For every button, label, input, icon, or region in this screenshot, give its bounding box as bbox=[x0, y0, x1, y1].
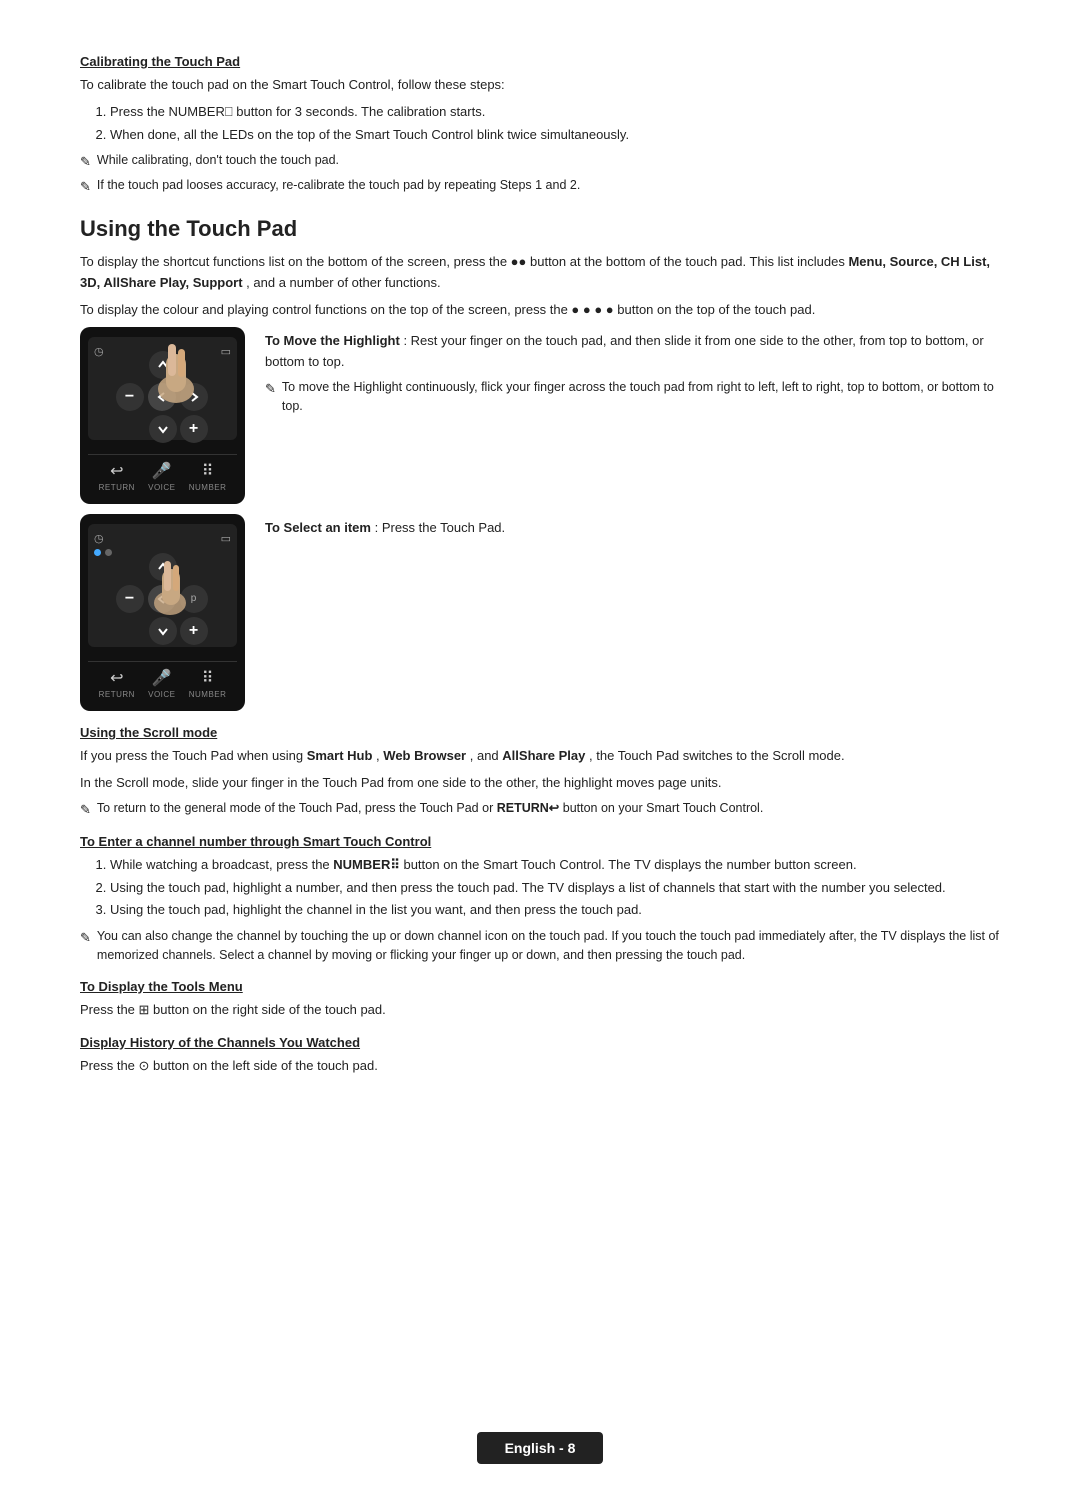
tools-menu-section: To Display the Tools Menu Press the ⊞ bu… bbox=[80, 979, 1000, 1021]
note-icon-3: ✎ bbox=[265, 379, 276, 399]
move-highlight-desc: To Move the Highlight : Rest your finger… bbox=[265, 327, 1000, 420]
scroll-mode-text1: If you press the Touch Pad when using Sm… bbox=[80, 746, 1000, 767]
scroll-mode-text2: In the Scroll mode, slide your finger in… bbox=[80, 773, 1000, 794]
plus-btn-2: + bbox=[180, 617, 208, 645]
return-btn-2: ↩ RETURN bbox=[99, 668, 135, 699]
channel-history-title: Display History of the Channels You Watc… bbox=[80, 1035, 1000, 1050]
channel-number-title: To Enter a channel number through Smart … bbox=[80, 834, 1000, 849]
footer: English - 8 bbox=[0, 1432, 1080, 1464]
channel-number-steps: While watching a broadcast, press the NU… bbox=[110, 855, 1000, 921]
note-icon-1: ✎ bbox=[80, 152, 91, 172]
right-arrow-btn bbox=[180, 383, 208, 411]
plus-btn: + bbox=[180, 415, 208, 443]
footer-badge: English - 8 bbox=[477, 1432, 604, 1464]
calibrating-step-1: Press the NUMBER⎕ button for 3 seconds. … bbox=[110, 102, 1000, 123]
voice-btn: 🎤 VOICE bbox=[148, 461, 175, 492]
channel-step-2: Using the touch pad, highlight a number,… bbox=[110, 878, 1000, 899]
voice-btn-2: 🎤 VOICE bbox=[148, 668, 175, 699]
move-highlight-row: ◷ ▭ − bbox=[80, 327, 1000, 504]
scroll-mode-title: Using the Scroll mode bbox=[80, 725, 1000, 740]
screen-signal-icon: ▭ bbox=[221, 345, 231, 358]
channel-number-note: ✎ You can also change the channel by tou… bbox=[80, 927, 1000, 965]
note-icon-2: ✎ bbox=[80, 177, 91, 197]
device-image-2: ◷ ▭ − bbox=[80, 514, 245, 711]
channel-step-1: While watching a broadcast, press the NU… bbox=[110, 855, 1000, 876]
minus-btn: − bbox=[116, 383, 144, 411]
calibrating-note-1: ✎ While calibrating, don't touch the tou… bbox=[80, 151, 1000, 172]
device-screen-1: ◷ ▭ − bbox=[88, 337, 237, 440]
calibrating-steps: Press the NUMBER⎕ button for 3 seconds. … bbox=[110, 102, 1000, 146]
nav-grid-1: − + bbox=[116, 350, 210, 444]
calibrating-intro: To calibrate the touch pad on the Smart … bbox=[80, 75, 1000, 96]
calibrating-section: Calibrating the Touch Pad To calibrate t… bbox=[80, 54, 1000, 196]
down-btn-2 bbox=[149, 617, 177, 645]
note-icon-scroll: ✎ bbox=[80, 800, 91, 820]
move-highlight-note: ✎ To move the Highlight continuously, fl… bbox=[265, 378, 1000, 416]
number-btn-2: ⠿ NUMBER bbox=[189, 668, 227, 699]
channel-history-section: Display History of the Channels You Watc… bbox=[80, 1035, 1000, 1077]
channel-history-text: Press the ⊙ button on the left side of t… bbox=[80, 1056, 1000, 1077]
touch-pad-section: Using the Touch Pad To display the short… bbox=[80, 216, 1000, 710]
channel-step-3: Using the touch pad, highlight the chann… bbox=[110, 900, 1000, 921]
down-btn bbox=[149, 415, 177, 443]
note-icon-channel: ✎ bbox=[80, 928, 91, 948]
screen-clock-icon-2: ◷ bbox=[94, 532, 104, 545]
calibrating-title: Calibrating the Touch Pad bbox=[80, 54, 1000, 69]
touch-pad-intro1: To display the shortcut functions list o… bbox=[80, 252, 1000, 294]
device-screen-2: ◷ ▭ − bbox=[88, 524, 237, 647]
calibrating-step-2: When done, all the LEDs on the top of th… bbox=[110, 125, 1000, 146]
screen-signal-icon-2: ▭ bbox=[221, 532, 231, 545]
device-image-1: ◷ ▭ − bbox=[80, 327, 245, 504]
touch-pad-intro2: To display the colour and playing contro… bbox=[80, 300, 1000, 321]
select-item-row: ◷ ▭ − bbox=[80, 514, 1000, 711]
tools-menu-title: To Display the Tools Menu bbox=[80, 979, 1000, 994]
left-btn-2 bbox=[148, 585, 176, 613]
channel-number-section: To Enter a channel number through Smart … bbox=[80, 834, 1000, 965]
left-arrow-btn bbox=[148, 383, 176, 411]
calibrating-note-2: ✎ If the touch pad looses accuracy, re-c… bbox=[80, 176, 1000, 197]
select-item-desc: To Select an item : Press the Touch Pad. bbox=[265, 514, 1000, 539]
device-bottom-2: ↩ RETURN 🎤 VOICE ⠿ NUMBER bbox=[88, 661, 237, 701]
number-btn: ⠿ NUMBER bbox=[189, 461, 227, 492]
touch-pad-title: Using the Touch Pad bbox=[80, 216, 1000, 242]
nav-grid-2: − p + bbox=[116, 552, 210, 646]
tools-menu-text: Press the ⊞ button on the right side of … bbox=[80, 1000, 1000, 1021]
screen-clock-icon: ◷ bbox=[94, 345, 104, 358]
scroll-mode-note: ✎ To return to the general mode of the T… bbox=[80, 799, 1000, 820]
minus-btn-2: − bbox=[116, 585, 144, 613]
device-bottom-1: ↩ RETURN 🎤 VOICE ⠿ NUMBER bbox=[88, 454, 237, 494]
p-btn-2: p bbox=[180, 585, 208, 613]
scroll-mode-section: Using the Scroll mode If you press the T… bbox=[80, 725, 1000, 820]
up-btn-2 bbox=[149, 553, 177, 581]
up-btn bbox=[149, 351, 177, 379]
return-btn: ↩ RETURN bbox=[99, 461, 135, 492]
